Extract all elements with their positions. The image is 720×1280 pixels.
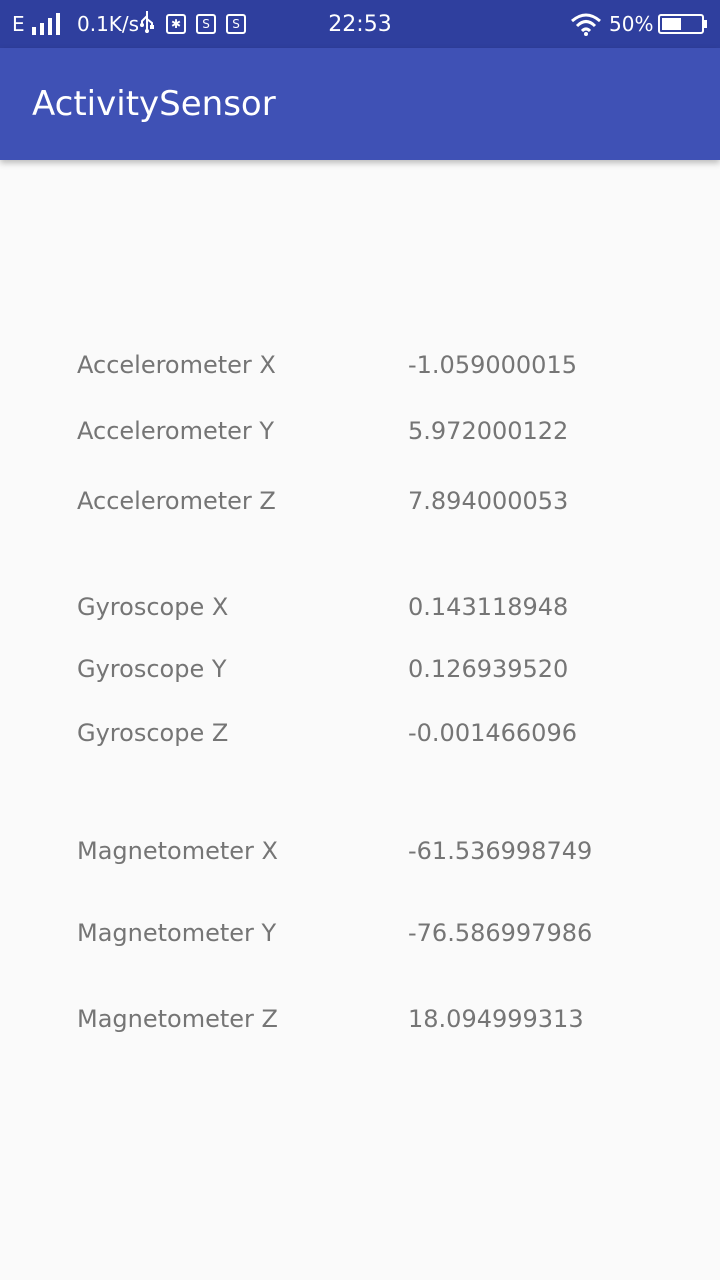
sensor-label: Gyroscope Z [77,719,229,747]
sensor-value: 0.143118948 [408,593,569,621]
signal-icon [32,0,62,48]
sensor-value: -76.586997986 [408,919,593,947]
sensor-label: Magnetometer Y [77,919,277,947]
sensor-value: 5.972000122 [408,417,569,445]
sensor-readings: Accelerometer X -1.059000015 Acceleromet… [0,160,720,1280]
sensor-label: Accelerometer Y [77,417,275,445]
status-bar: E 0.1K/s ✱ S S 22:53 50% [0,0,720,48]
sensor-row-gyroscope-x: Gyroscope X 0.143118948 [0,587,720,627]
sensor-row-accelerometer-y: Accelerometer Y 5.972000122 [0,411,720,451]
sensor-value: -1.059000015 [408,351,577,379]
s-app-icon: S [196,14,216,34]
sensor-row-magnetometer-z: Magnetometer Z 18.094999313 [0,999,720,1039]
sensor-label: Accelerometer Z [77,487,276,515]
wifi-icon [570,0,602,48]
s-app-icon: S [226,14,246,34]
sensor-row-accelerometer-z: Accelerometer Z 7.894000053 [0,481,720,521]
sensor-value: 18.094999313 [408,1005,584,1033]
battery-charging-icon [658,0,707,48]
sensor-label: Accelerometer X [77,351,276,379]
sensor-value: 0.126939520 [408,655,569,683]
sensor-value: 7.894000053 [408,487,569,515]
sensor-label: Gyroscope Y [77,655,227,683]
sensor-label: Magnetometer X [77,837,278,865]
app-title: ActivitySensor [32,84,276,124]
sensor-row-magnetometer-y: Magnetometer Y -76.586997986 [0,913,720,953]
sensor-row-magnetometer-x: Magnetometer X -61.536998749 [0,831,720,871]
sensor-value: -0.001466096 [408,719,577,747]
sensor-label: Magnetometer Z [77,1005,278,1033]
network-type-indicator: E [12,12,25,36]
battery-percent: 50% [609,12,654,36]
sensor-row-gyroscope-z: Gyroscope Z -0.001466096 [0,713,720,753]
sensor-label: Gyroscope X [77,593,229,621]
network-speed: 0.1K/s [77,12,140,36]
app-bar: ActivitySensor [0,48,720,160]
sensor-row-accelerometer-x: Accelerometer X -1.059000015 [0,345,720,385]
usb-debug-icon: ✱ [166,14,186,34]
usb-icon [138,10,156,38]
sensor-row-gyroscope-y: Gyroscope Y 0.126939520 [0,649,720,689]
battery-level [662,18,681,30]
sensor-value: -61.536998749 [408,837,593,865]
notification-icons: ✱ S S [138,0,246,48]
